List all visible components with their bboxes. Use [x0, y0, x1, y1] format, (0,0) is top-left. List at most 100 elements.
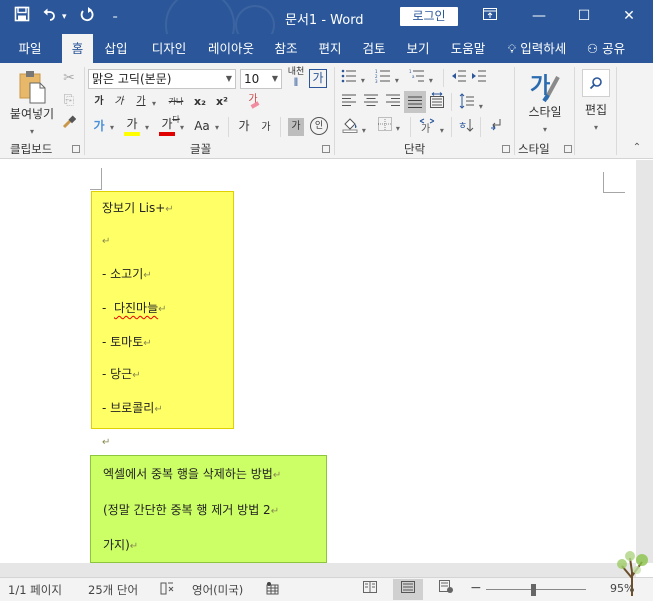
- share-button[interactable]: ⚇ 공유: [580, 34, 632, 63]
- minimize-button[interactable]: —: [524, 5, 554, 27]
- document-page[interactable]: 장보기 Lis+↵ ↵ - 소고기↵ - 다진마늘↵ - 토마토↵ - 당근↵ …: [0, 160, 636, 563]
- line-spacing-button[interactable]: ▾: [457, 93, 485, 116]
- increase-indent-button[interactable]: [470, 69, 488, 88]
- multilevel-list-button[interactable]: 1a ▾: [408, 69, 434, 90]
- bullets-button[interactable]: ▾: [340, 69, 366, 90]
- text-effects-button[interactable]: 가: [91, 117, 107, 135]
- underline-dropdown-icon[interactable]: ▾: [150, 93, 158, 113]
- cut-icon[interactable]: ✂: [60, 69, 78, 87]
- print-layout-button[interactable]: [393, 579, 423, 600]
- change-case-button[interactable]: Aa: [191, 117, 213, 135]
- borders-button[interactable]: ▾: [374, 117, 404, 138]
- highlight-button[interactable]: 가: [124, 115, 140, 137]
- text-effects-dropdown-icon[interactable]: ▾: [108, 117, 116, 137]
- word-count[interactable]: 25개 단어: [88, 582, 138, 598]
- tell-me-search[interactable]: 💡︎ 입력하세: [500, 34, 574, 63]
- tab-view[interactable]: 보기: [400, 34, 436, 63]
- italic-button[interactable]: 가: [112, 93, 126, 111]
- highlight-dropdown-icon[interactable]: ▾: [143, 117, 151, 137]
- list-item: - 토마토↵: [102, 335, 152, 349]
- copy-icon[interactable]: ⎘: [60, 92, 78, 110]
- font-color-button[interactable]: 가: [159, 115, 175, 137]
- shading-button[interactable]: ▾: [340, 117, 368, 140]
- save-icon[interactable]: [14, 6, 30, 27]
- vertical-scrollbar[interactable]: [636, 160, 653, 563]
- bold-button[interactable]: 가: [92, 93, 106, 111]
- pilcrow-mark: ↵: [158, 304, 167, 315]
- tab-design[interactable]: 디자인: [144, 34, 194, 63]
- tab-layout[interactable]: 레이아웃: [202, 34, 260, 63]
- format-painter-icon[interactable]: [60, 115, 78, 134]
- tab-insert[interactable]: 삽입: [98, 34, 134, 63]
- svg-text:3: 3: [375, 79, 378, 83]
- highlight-color-bar: [124, 132, 140, 136]
- font-size-combo[interactable]: 10 ▼: [240, 69, 282, 89]
- enclose-characters-button[interactable]: 인: [310, 117, 328, 135]
- paint-bucket-icon: [342, 118, 358, 133]
- character-border-button[interactable]: 가: [309, 69, 327, 88]
- quick-access-toolbar: ▾ ₌: [14, 6, 118, 27]
- paragraph-dialog-launcher[interactable]: [502, 145, 510, 153]
- language[interactable]: 영어(미국): [192, 582, 243, 598]
- group-separator: [480, 117, 481, 137]
- styles-button[interactable]: 가 스타일 ▾: [520, 69, 570, 139]
- pilcrow-mark: ↵: [102, 437, 111, 448]
- proofing-icon[interactable]: [160, 582, 174, 598]
- sort-button[interactable]: ㅎ: [457, 117, 475, 138]
- justify-button[interactable]: [404, 91, 426, 113]
- ribbon-display-options-icon[interactable]: [475, 5, 505, 27]
- maximize-button[interactable]: ☐: [569, 5, 599, 27]
- group-separator: [451, 117, 452, 137]
- green-text-box[interactable]: 엑셀에서 중복 행을 삭제하는 방법↵ (정말 간단한 중복 행 제거 방법 2…: [90, 455, 327, 563]
- undo-dropdown-icon[interactable]: ▾: [62, 7, 67, 27]
- macro-recording-icon[interactable]: [266, 582, 279, 598]
- distributed-button[interactable]: [428, 92, 446, 113]
- decrease-indent-button[interactable]: [450, 69, 468, 88]
- customize-qat-icon[interactable]: ₌: [113, 7, 118, 27]
- show-hide-marks-button[interactable]: [487, 117, 505, 136]
- redo-icon[interactable]: [79, 6, 95, 27]
- align-center-button[interactable]: [362, 93, 380, 111]
- login-button[interactable]: 로그인: [400, 7, 458, 26]
- tab-file[interactable]: 파일: [8, 34, 52, 63]
- clear-formatting-button[interactable]: 가: [244, 91, 262, 109]
- yellow-text-box[interactable]: 장보기 Lis+↵ ↵ - 소고기↵ - 다진마늘↵ - 토마토↵ - 당근↵ …: [91, 191, 234, 429]
- tab-mailings[interactable]: 편지: [312, 34, 348, 63]
- tab-references[interactable]: 참조: [268, 34, 304, 63]
- font-size-value: 10: [244, 72, 260, 86]
- share-label: 공유: [602, 41, 626, 56]
- tab-help[interactable]: 도움말: [444, 34, 492, 63]
- numbering-button[interactable]: 123 ▾: [374, 69, 400, 90]
- superscript-button[interactable]: x²: [214, 93, 230, 111]
- styles-dialog-launcher[interactable]: [564, 145, 572, 153]
- tab-home[interactable]: 홈: [62, 34, 93, 63]
- font-name-combo[interactable]: 맑은 고딕(본문) ▼: [88, 69, 236, 89]
- subscript-button[interactable]: x₂: [192, 93, 208, 111]
- phonetic-guide-button[interactable]: 내천 ǁ: [286, 67, 306, 87]
- numbered-list-icon: 123: [375, 69, 391, 84]
- text-line: 엑셀에서 중복 행을 삭제하는 방법↵: [103, 467, 282, 481]
- font-color-dropdown-icon[interactable]: ▾: [178, 117, 186, 137]
- shrink-font-button[interactable]: 가: [258, 119, 274, 137]
- collapse-ribbon-icon[interactable]: ⌃: [630, 139, 644, 157]
- zoom-out-button[interactable]: −: [470, 580, 482, 596]
- align-right-button[interactable]: [384, 93, 402, 111]
- character-shading-button[interactable]: 가: [288, 118, 304, 136]
- change-case-dropdown-icon[interactable]: ▾: [213, 117, 221, 137]
- web-layout-button[interactable]: [431, 579, 461, 600]
- paste-button[interactable]: 붙여넣기 ▾: [6, 69, 58, 139]
- page-count[interactable]: 1/1 페이지: [8, 582, 62, 598]
- grow-font-button[interactable]: 가: [236, 117, 252, 135]
- editing-button[interactable]: 편집 ▾: [580, 69, 612, 139]
- asian-layout-button[interactable]: 가 ▾: [416, 117, 446, 140]
- read-mode-button[interactable]: [355, 579, 385, 600]
- tab-review[interactable]: 검토: [356, 34, 392, 63]
- align-left-button[interactable]: [340, 93, 358, 111]
- zoom-slider-thumb[interactable]: [531, 584, 537, 596]
- font-dialog-launcher[interactable]: [322, 145, 330, 153]
- underline-button[interactable]: 가: [134, 93, 148, 111]
- clipboard-dialog-launcher[interactable]: [72, 145, 80, 153]
- svg-text:a: a: [412, 74, 415, 79]
- close-button[interactable]: ✕: [614, 5, 644, 27]
- undo-icon[interactable]: [42, 6, 58, 27]
